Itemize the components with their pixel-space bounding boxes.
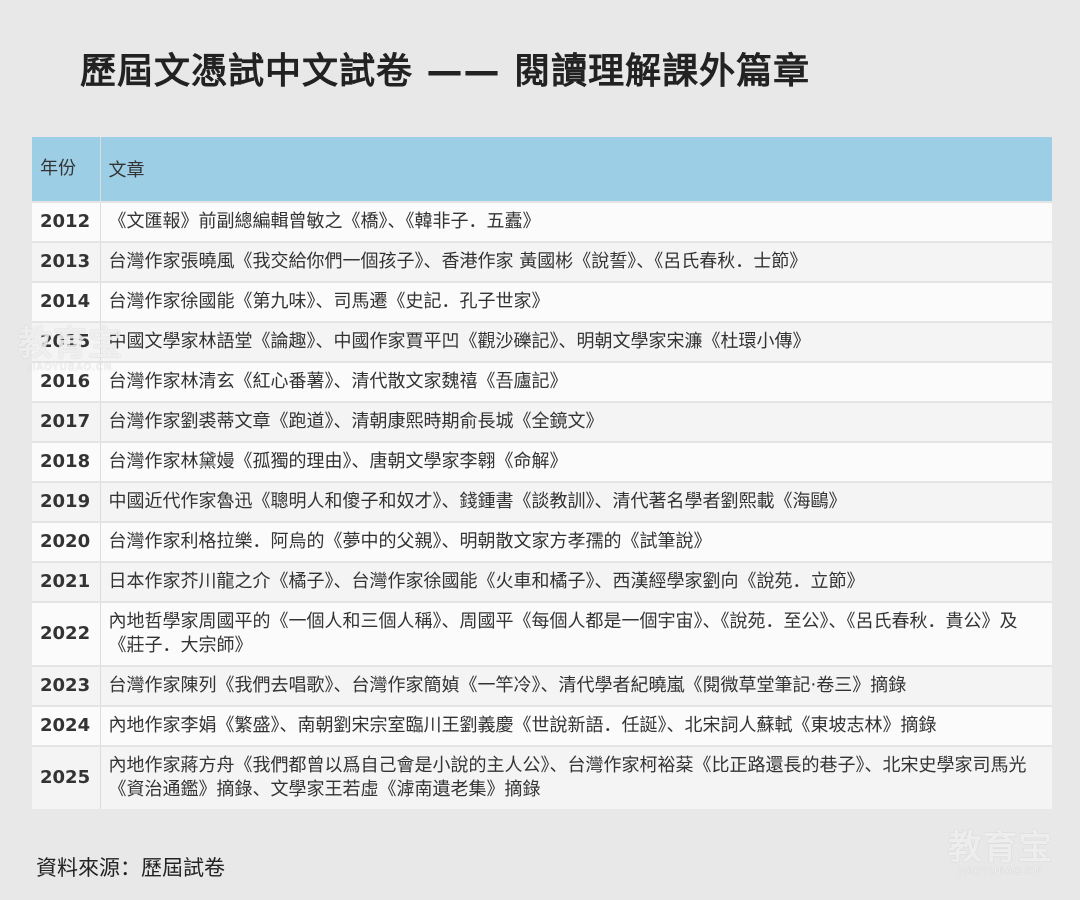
watermark-text: 教育宝 [948, 828, 1053, 868]
table-row: 2016 台灣作家林清玄《紅心番薯》、清代散文家魏禧《吾廬記》 [32, 361, 1052, 402]
row-year: 2015 [32, 321, 101, 362]
row-articles: 台灣作家林黛嫚《孤獨的理由》、唐朝文學家李翱《命解》 [100, 441, 1052, 482]
table-row: 2012 《文匯報》前副總編輯曾敏之《橋》、《韓非子．五蠹》 [32, 201, 1052, 242]
row-articles: 內地哲學家周國平的《一個人和三個人稱》、周國平《每個人都是一個宇宙》、《說苑．至… [100, 601, 1052, 666]
row-articles: 內地作家李娟《繁盛》、南朝劉宋宗室臨川王劉義慶《世說新語．任誕》、北宋詞人蘇軾《… [100, 705, 1052, 746]
row-year: 2023 [32, 665, 101, 706]
row-articles: 台灣作家張曉風《我交給你們一個孩子》、香港作家 黃國彬《說誓》、《呂氏春秋．士節… [100, 241, 1052, 282]
articles-table-container: 年份 文章 2012 《文匯報》前副總編輯曾敏之《橋》、《韓非子．五蠹》 2013 台… [32, 137, 1052, 809]
table-header-row: 年份 文章 [32, 137, 1052, 202]
header-article: 文章 [100, 137, 1052, 202]
row-articles: 台灣作家利格拉樂．阿烏的《夢中的父親》、明朝散文家方孝孺的《試筆說》 [100, 521, 1052, 562]
header-year: 年份 [32, 137, 101, 202]
row-articles: 台灣作家劉裘蒂文章《跑道》、清朝康熙時期俞長城《全鏡文》 [100, 401, 1052, 442]
table-row: 2023 台灣作家陳列《我們去唱歌》、台灣作家簡媜《一竿冷》、清代學者紀曉嵐《閱微… [32, 665, 1052, 706]
row-year: 2020 [32, 521, 101, 562]
table-row: 2018 台灣作家林黛嫚《孤獨的理由》、唐朝文學家李翱《命解》 [32, 441, 1052, 482]
row-articles: 台灣作家林清玄《紅心番薯》、清代散文家魏禧《吾廬記》 [100, 361, 1052, 402]
row-year: 2013 [32, 241, 101, 282]
source-note: 資料來源：歷屆試卷 [36, 856, 225, 880]
row-articles: 中國近代作家魯迅《聰明人和傻子和奴才》、錢鍾書《談教訓》、清代著名學者劉熙載《海… [100, 481, 1052, 522]
row-year: 2019 [32, 481, 101, 522]
table-row: 2017 台灣作家劉裘蒂文章《跑道》、清朝康熙時期俞長城《全鏡文》 [32, 401, 1052, 442]
table-row: 2025 內地作家蔣方舟《我們都曾以爲自己會是小說的主人公》、台灣作家柯裕棻《比正… [32, 745, 1052, 809]
row-articles: 日本作家芥川龍之介《橘子》、台灣作家徐國能《火車和橘子》、西漢經學家劉向《說苑．… [100, 561, 1052, 602]
row-year: 2017 [32, 401, 101, 442]
row-year: 2016 [32, 361, 101, 402]
row-year: 2022 [32, 601, 101, 666]
table-row: 2024 內地作家李娟《繁盛》、南朝劉宋宗室臨川王劉義慶《世說新語．任誕》、北宋詞… [32, 705, 1052, 746]
watermark-logo: 教育宝 JIAOYUBAO.CN [948, 830, 1053, 878]
row-year: 2024 [32, 705, 101, 746]
articles-table: 年份 文章 2012 《文匯報》前副總編輯曾敏之《橋》、《韓非子．五蠹》 2013 台… [32, 137, 1052, 809]
row-articles: 台灣作家陳列《我們去唱歌》、台灣作家簡媜《一竿冷》、清代學者紀曉嵐《閱微草堂筆記… [100, 665, 1052, 706]
table-row: 2020 台灣作家利格拉樂．阿烏的《夢中的父親》、明朝散文家方孝孺的《試筆說》 [32, 521, 1052, 562]
header-year-label: 年份 [40, 158, 76, 179]
table-row: 2021 日本作家芥川龍之介《橘子》、台灣作家徐國能《火車和橘子》、西漢經學家劉向… [32, 561, 1052, 602]
row-year: 2012 [32, 201, 101, 242]
row-year: 2014 [32, 281, 101, 322]
table-row: 2019 中國近代作家魯迅《聰明人和傻子和奴才》、錢鍾書《談教訓》、清代著名學者劉… [32, 481, 1052, 522]
row-year: 2018 [32, 441, 101, 482]
row-articles: 台灣作家徐國能《第九味》、司馬遷《史記．孔子世家》 [100, 281, 1052, 322]
table-row: 2013 台灣作家張曉風《我交給你們一個孩子》、香港作家 黃國彬《說誓》、《呂氏春… [32, 241, 1052, 282]
row-articles: 中國文學家林語堂《論趣》、中國作家賈平凹《觀沙礫記》、明朝文學家宋濂《杜環小傳》 [100, 321, 1052, 362]
table-row: 2022 內地哲學家周國平的《一個人和三個人稱》、周國平《每個人都是一個宇宙》、《… [32, 601, 1052, 666]
row-articles: 內地作家蔣方舟《我們都曾以爲自己會是小說的主人公》、台灣作家柯裕棻《比正路還長的… [100, 745, 1052, 809]
row-articles: 《文匯報》前副總編輯曾敏之《橋》、《韓非子．五蠹》 [100, 201, 1052, 242]
page-title: 歷屆文憑試中文試卷 —— 閱讀理解課外篇章 [80, 51, 811, 92]
table-row: 2015 中國文學家林語堂《論趣》、中國作家賈平凹《觀沙礫記》、明朝文學家宋濂《杜… [32, 321, 1052, 362]
row-year: 2021 [32, 561, 101, 602]
table-row: 2014 台灣作家徐國能《第九味》、司馬遷《史記．孔子世家》 [32, 281, 1052, 322]
row-year: 2025 [32, 745, 101, 809]
table-body: 2012 《文匯報》前副總編輯曾敏之《橋》、《韓非子．五蠹》 2013 台灣作家張曉風… [32, 201, 1052, 809]
watermark-url: JIAOYUBAO.CN [958, 866, 1043, 877]
